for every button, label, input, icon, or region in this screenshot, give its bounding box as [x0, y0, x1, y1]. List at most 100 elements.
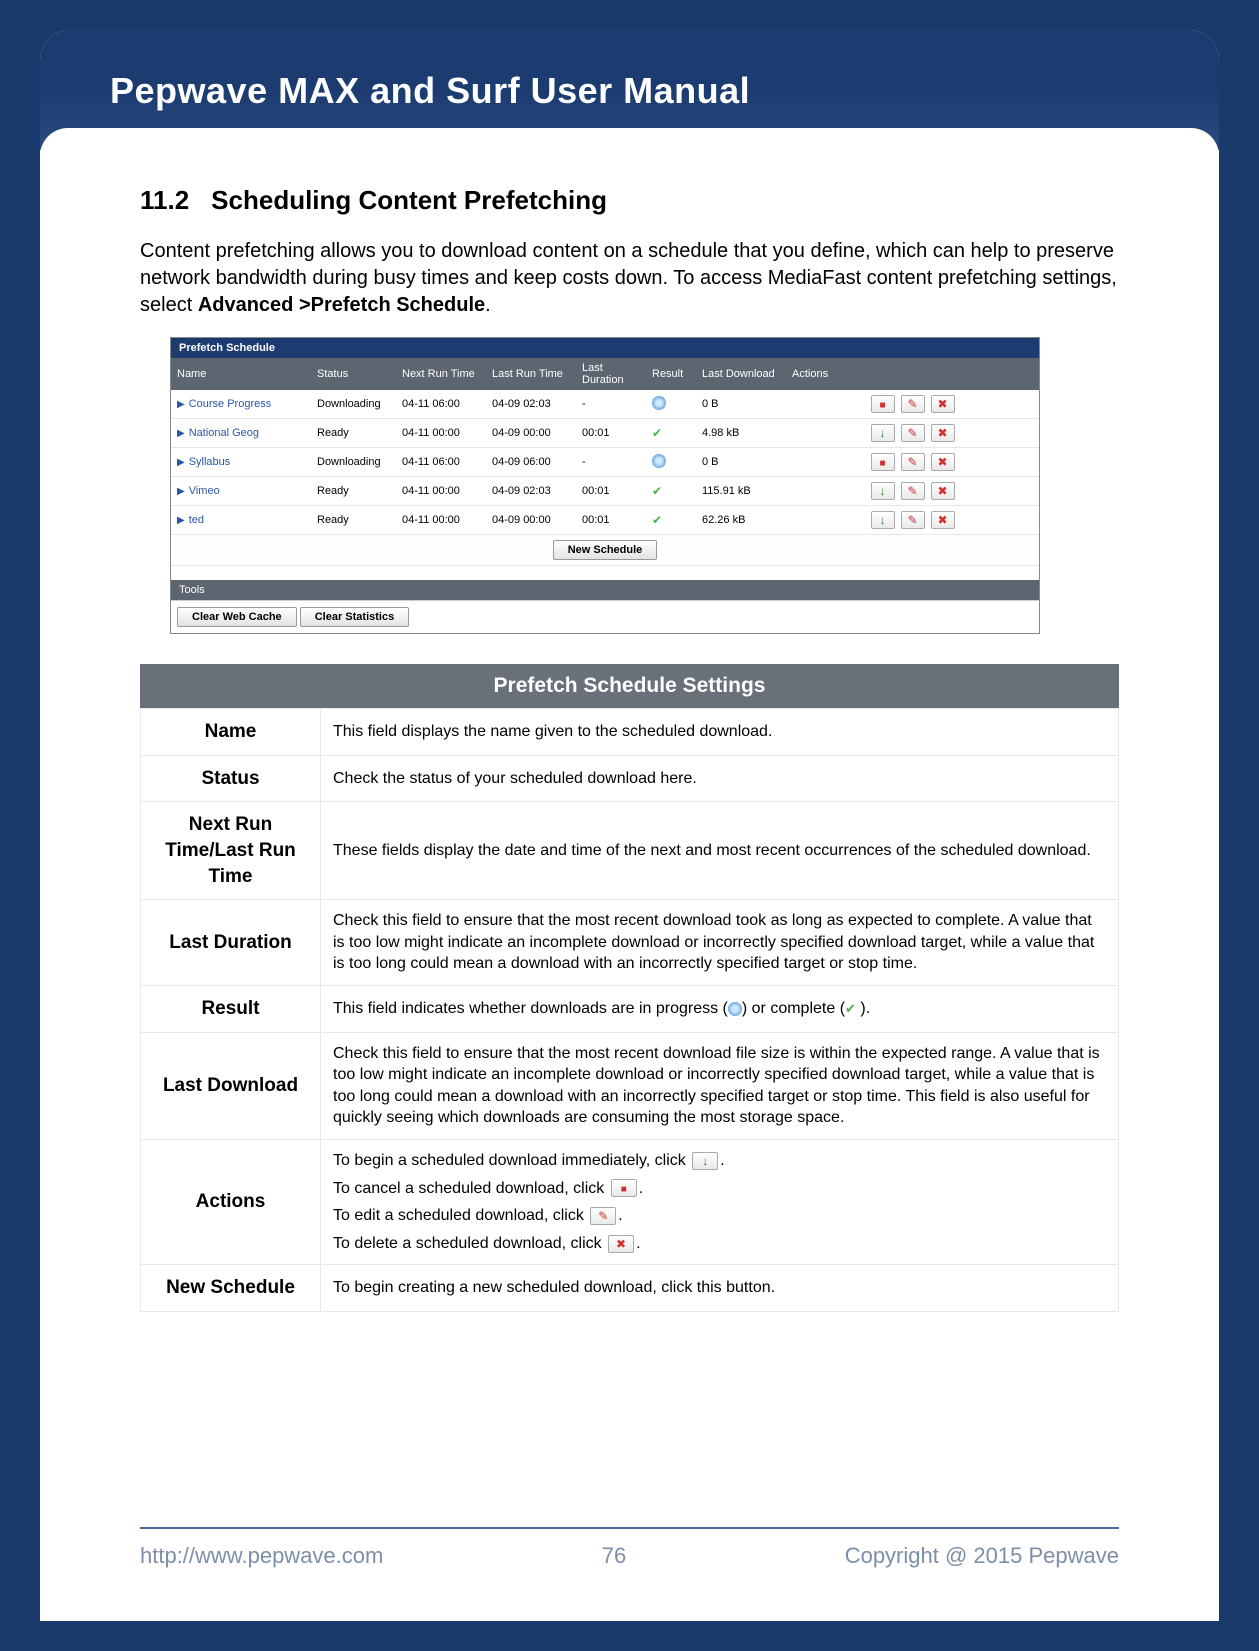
setting-desc: Check this field to ensure that the most…	[321, 1032, 1119, 1139]
status-cell: Ready	[311, 419, 396, 448]
last-download-cell: 115.91 kB	[696, 477, 786, 506]
document-title: Pepwave MAX and Surf User Manual	[110, 70, 750, 112]
setting-row: Status Check the status of your schedule…	[141, 755, 1119, 802]
stop-download-button[interactable]	[871, 395, 895, 413]
expand-icon: ▶	[177, 515, 185, 526]
check-icon	[652, 484, 666, 498]
last-run-cell: 04-09 06:00	[486, 448, 576, 477]
col-last-run: Last Run Time	[486, 358, 576, 390]
status-cell: Ready	[311, 506, 396, 535]
schedule-name-link[interactable]: ▶Vimeo	[177, 485, 220, 497]
tools-panel: Tools Clear Web Cache Clear Statistics	[171, 580, 1039, 633]
footer-copyright: Copyright @ 2015 Pepwave	[845, 1543, 1119, 1569]
header-curve	[40, 128, 1219, 158]
intro-text-c: .	[485, 294, 491, 316]
section-title: Scheduling Content Prefetching	[211, 185, 607, 215]
setting-row: Actions To begin a scheduled download im…	[141, 1140, 1119, 1265]
last-download-cell: 0 B	[696, 448, 786, 477]
expand-icon: ▶	[177, 399, 185, 410]
stop-download-button[interactable]	[871, 453, 895, 471]
actions-cell	[786, 390, 1039, 419]
setting-label: Last Duration	[141, 900, 321, 986]
result-desc-b: ) or complete (	[742, 1000, 845, 1017]
delete-icon	[608, 1235, 634, 1253]
status-cell: Downloading	[311, 448, 396, 477]
table-row: ▶tedReady04-11 00:0004-09 00:0000:0162.2…	[171, 506, 1039, 535]
last-download-cell: 62.26 kB	[696, 506, 786, 535]
content-area: 11.2Scheduling Content Prefetching Conte…	[140, 185, 1119, 1511]
footer: http://www.pepwave.com 76 Copyright @ 20…	[140, 1543, 1119, 1569]
settings-table-wrap: Prefetch Schedule Settings Name This fie…	[140, 664, 1119, 1312]
check-icon	[845, 1000, 856, 1017]
setting-row: Result This field indicates whether down…	[141, 985, 1119, 1032]
delete-schedule-button[interactable]	[931, 511, 955, 529]
delete-schedule-button[interactable]	[931, 395, 955, 413]
col-actions: Actions	[786, 358, 1039, 390]
start-download-button[interactable]	[871, 482, 895, 500]
section-heading: 11.2Scheduling Content Prefetching	[140, 185, 1119, 216]
col-last-dur: Last Duration	[576, 358, 646, 390]
table-row: ▶Course ProgressDownloading04-11 06:0004…	[171, 390, 1039, 419]
new-schedule-button[interactable]: New Schedule	[553, 540, 658, 560]
setting-desc: Check this field to ensure that the most…	[321, 900, 1119, 986]
actions-cell	[786, 419, 1039, 448]
setting-label: Status	[141, 755, 321, 802]
edit-schedule-button[interactable]	[901, 511, 925, 529]
next-run-cell: 04-11 00:00	[396, 419, 486, 448]
schedule-table: Name Status Next Run Time Last Run Time …	[171, 358, 1039, 566]
last-run-cell: 04-09 02:03	[486, 390, 576, 419]
setting-desc: This field displays the name given to th…	[321, 709, 1119, 756]
panel-title: Prefetch Schedule	[171, 338, 1039, 358]
setting-row: Last Duration Check this field to ensure…	[141, 900, 1119, 986]
setting-desc: These fields display the date and time o…	[321, 802, 1119, 900]
next-run-cell: 04-11 06:00	[396, 448, 486, 477]
last-run-cell: 04-09 00:00	[486, 506, 576, 535]
footer-rule	[140, 1527, 1119, 1529]
schedule-name-link[interactable]: ▶Syllabus	[177, 456, 230, 468]
expand-icon: ▶	[177, 457, 185, 468]
expand-icon: ▶	[177, 428, 185, 439]
last-run-cell: 04-09 00:00	[486, 419, 576, 448]
footer-url: http://www.pepwave.com	[140, 1543, 383, 1569]
status-cell: Ready	[311, 477, 396, 506]
edit-schedule-button[interactable]	[901, 453, 925, 471]
result-cell	[646, 419, 696, 448]
setting-desc: This field indicates whether downloads a…	[321, 985, 1119, 1032]
clear-web-cache-button[interactable]: Clear Web Cache	[177, 607, 297, 627]
start-download-button[interactable]	[871, 511, 895, 529]
edit-icon	[590, 1207, 616, 1225]
last-duration-cell: 00:01	[576, 477, 646, 506]
progress-icon	[652, 396, 666, 410]
schedule-name-link[interactable]: ▶National Geog	[177, 427, 259, 439]
setting-row: Name This field displays the name given …	[141, 709, 1119, 756]
start-download-button[interactable]	[871, 424, 895, 442]
delete-schedule-button[interactable]	[931, 482, 955, 500]
next-run-cell: 04-11 06:00	[396, 390, 486, 419]
last-duration-cell: 00:01	[576, 506, 646, 535]
check-icon	[652, 426, 666, 440]
result-desc-c: ).	[856, 1000, 870, 1017]
edit-schedule-button[interactable]	[901, 395, 925, 413]
col-result: Result	[646, 358, 696, 390]
delete-schedule-button[interactable]	[931, 453, 955, 471]
setting-desc: To begin creating a new scheduled downlo…	[321, 1265, 1119, 1312]
setting-row: Last Download Check this field to ensure…	[141, 1032, 1119, 1139]
clear-statistics-button[interactable]: Clear Statistics	[300, 607, 409, 627]
result-cell	[646, 448, 696, 477]
setting-desc: To begin a scheduled download immediatel…	[321, 1140, 1119, 1265]
delete-schedule-button[interactable]	[931, 424, 955, 442]
last-duration-cell: -	[576, 390, 646, 419]
schedule-name-link[interactable]: ▶Course Progress	[177, 398, 271, 410]
next-run-cell: 04-11 00:00	[396, 477, 486, 506]
setting-label: Actions	[141, 1140, 321, 1265]
actions-cell	[786, 448, 1039, 477]
col-next-run: Next Run Time	[396, 358, 486, 390]
last-duration-cell: -	[576, 448, 646, 477]
last-download-cell: 0 B	[696, 390, 786, 419]
settings-heading: Prefetch Schedule Settings	[140, 664, 1119, 708]
stop-icon	[611, 1179, 637, 1197]
edit-schedule-button[interactable]	[901, 482, 925, 500]
schedule-name-link[interactable]: ▶ted	[177, 514, 204, 526]
edit-schedule-button[interactable]	[901, 424, 925, 442]
new-schedule-row: New Schedule	[171, 535, 1039, 566]
